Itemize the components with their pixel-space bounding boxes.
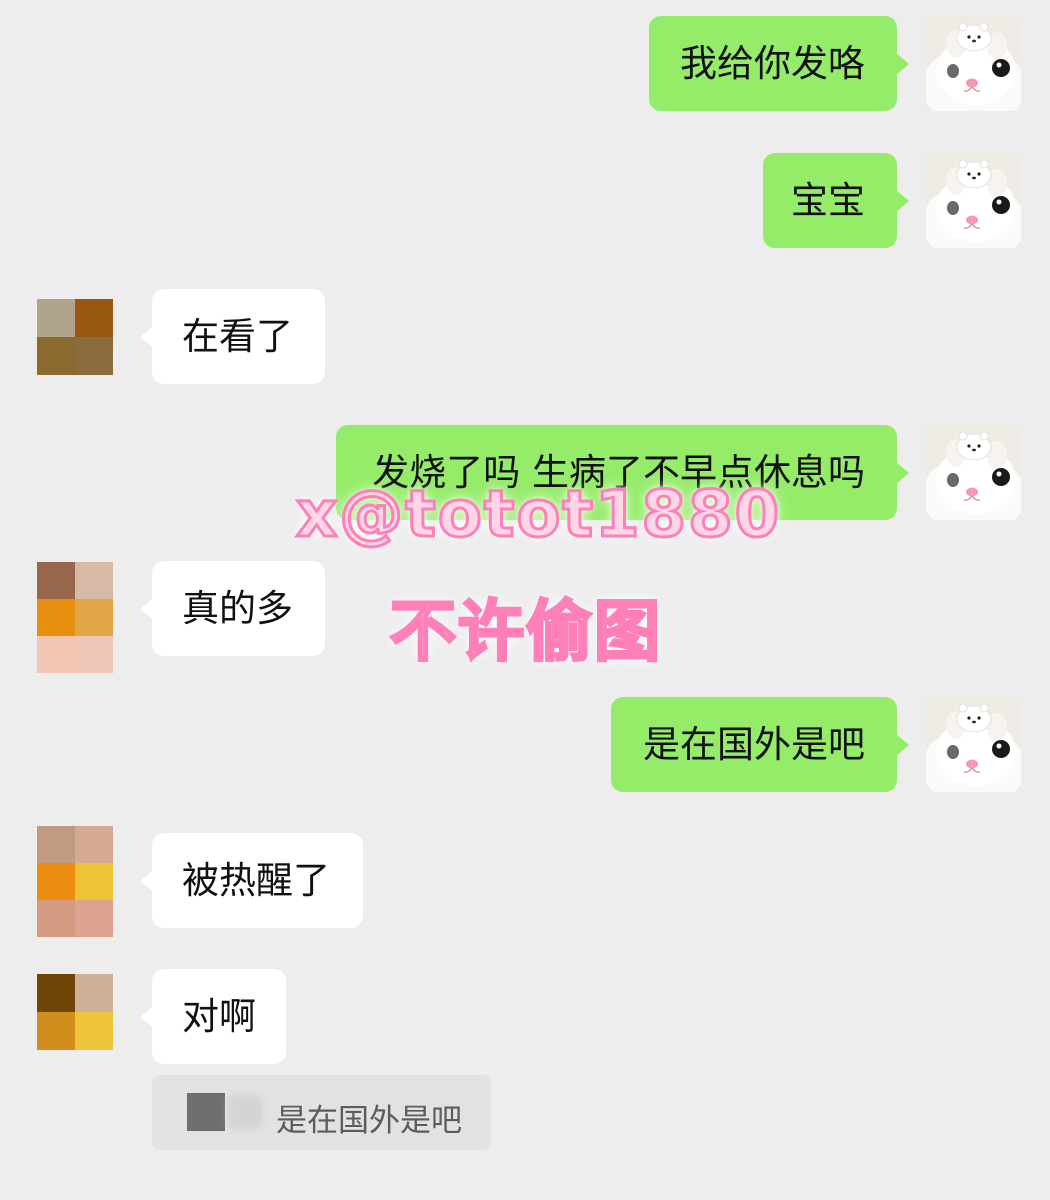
contact-avatar[interactable] xyxy=(37,826,113,937)
message-bubble-sent[interactable]: 是在国外是吧 xyxy=(611,697,909,792)
watermark-handle: x@totot1880 xyxy=(294,477,782,554)
message-bubble-received[interactable]: 被热醒了 xyxy=(140,833,363,928)
message-bubble-received[interactable]: 真的多 xyxy=(140,561,325,656)
self-avatar[interactable] xyxy=(926,16,1021,111)
self-avatar[interactable] xyxy=(926,153,1021,248)
quoted-sender-blur xyxy=(228,1095,262,1129)
message-text: 对啊 xyxy=(182,995,256,1038)
message-bubble-sent[interactable]: 我给你发咯 xyxy=(649,16,909,111)
quoted-message[interactable]: 是在国外是吧 xyxy=(152,1075,491,1150)
self-avatar[interactable] xyxy=(926,697,1021,792)
message-bubble-received[interactable]: 对啊 xyxy=(140,969,286,1064)
quoted-message-text: 是在国外是吧 xyxy=(276,1103,462,1139)
message-text: 宝宝 xyxy=(791,179,865,222)
cat-avatar-icon xyxy=(926,425,1021,520)
contact-avatar[interactable] xyxy=(37,974,113,1050)
cat-avatar-icon xyxy=(926,16,1021,111)
cat-avatar-icon xyxy=(926,697,1021,792)
quoted-sender-redacted xyxy=(187,1093,225,1131)
message-text: 是在国外是吧 xyxy=(643,723,865,766)
message-text: 真的多 xyxy=(182,587,293,630)
cat-avatar-icon xyxy=(926,153,1021,248)
contact-avatar[interactable] xyxy=(37,299,113,375)
contact-avatar[interactable] xyxy=(37,562,113,673)
message-text: 我给你发咯 xyxy=(680,42,865,85)
message-text: 被热醒了 xyxy=(182,859,330,902)
message-bubble-received[interactable]: 在看了 xyxy=(140,289,325,384)
message-text: 在看了 xyxy=(182,315,293,358)
self-avatar[interactable] xyxy=(926,425,1021,520)
watermark-notice: 不许偷图 xyxy=(389,592,662,672)
message-bubble-sent[interactable]: 宝宝 xyxy=(763,153,909,248)
